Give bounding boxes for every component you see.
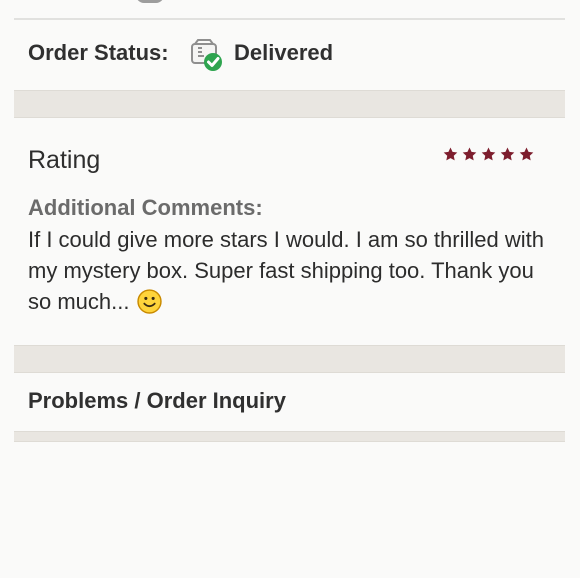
star-icon [519,147,534,161]
order-status-label: Order Status: [28,40,169,65]
additional-comments-label: Additional Comments: [28,195,263,220]
star-icon [462,147,477,161]
problems-order-inquiry-link[interactable]: Problems / Order Inquiry [28,388,286,414]
order-status-card: Order Status: Delivered [14,20,565,90]
star-icon [500,147,515,161]
bottom-separator [14,431,565,442]
order-details-screen: Order Status: Delivered Rating Additiona… [0,0,580,578]
star-icon [443,147,458,161]
rating-card: Rating Additional Comments: If I could g… [14,118,565,345]
problems-order-inquiry-row[interactable]: Problems / Order Inquiry [14,373,565,431]
comment-body: If I could give more stars I would. I am… [28,227,544,314]
section-separator [14,345,565,373]
additional-comments-text: If I could give more stars I would. I am… [28,224,548,317]
order-status-value: Delivered [234,40,334,65]
star-icon [481,147,496,161]
rating-stars [442,146,535,163]
section-separator [14,90,565,118]
rating-title: Rating [28,146,101,174]
smiling-face-icon [136,289,162,314]
top-cropped-glyph [136,0,164,3]
delivered-box-icon [191,39,222,71]
